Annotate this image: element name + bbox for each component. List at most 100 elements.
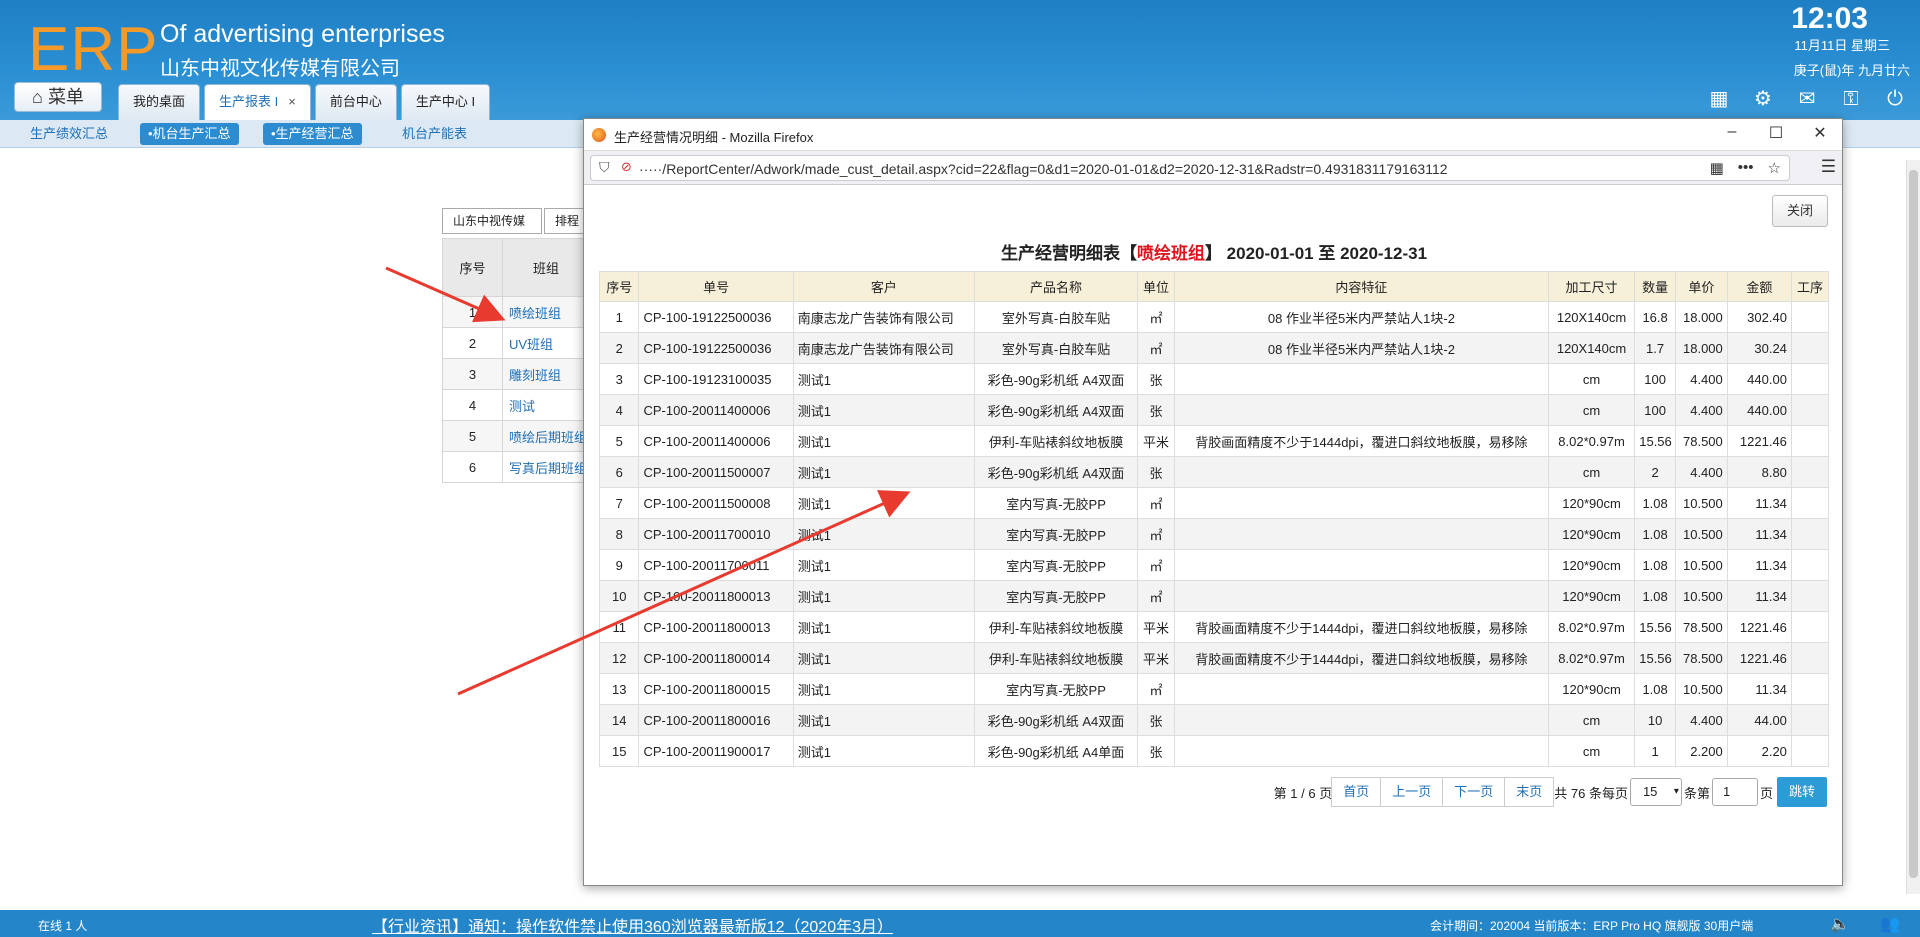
close-button[interactable]: 关闭 [1772, 195, 1828, 227]
cell-size: 8.02*0.97m [1547, 425, 1636, 457]
cell-amount: 440.00 [1726, 394, 1792, 426]
column-header: 序号 [598, 271, 640, 302]
scrollbar-thumb[interactable] [1909, 170, 1918, 878]
cell-product: 彩色-90g彩机纸 A4双面 [974, 456, 1138, 488]
grid-icon[interactable]: ▦ [1708, 88, 1730, 110]
cell-unit: ㎡ [1136, 487, 1175, 519]
cell-size: 8.02*0.97m [1547, 611, 1636, 643]
cell-proc [1790, 301, 1830, 333]
cell-qty: 1.08 [1634, 549, 1676, 581]
cell-unit: 平米 [1136, 611, 1175, 643]
team-link[interactable]: 写真后期班组 [502, 451, 590, 483]
cell-unit: 张 [1136, 394, 1175, 426]
tab-production-report[interactable]: 生产报表 I × [204, 84, 311, 120]
table-row: 10 CP-100-20011800013 测试1 室内写真-无胶PP ㎡ 120*90c… [598, 580, 1830, 612]
team-link[interactable]: 测试 [502, 389, 590, 421]
subnav-machine-capacity[interactable]: 机台产能表 [394, 123, 475, 145]
last-page-button[interactable]: 末页 [1504, 777, 1555, 807]
table-row: 4 CP-100-20011400006 测试1 彩色-90g彩机纸 A4双面张 cm 1… [598, 394, 1830, 426]
table-row: 13 CP-100-20011800015 测试1 室内写真-无胶PP ㎡ 120*90c… [598, 673, 1830, 705]
cell-proc [1790, 611, 1830, 643]
first-page-button[interactable]: 首页 [1331, 777, 1382, 807]
next-page-button[interactable]: 下一页 [1442, 777, 1506, 807]
subnav-machine-summary[interactable]: •机台生产汇总 [140, 123, 239, 145]
prev-page-button[interactable]: 上一页 [1380, 777, 1444, 807]
company-select[interactable]: 山东中视传媒 [442, 208, 542, 234]
cell-unit: ㎡ [1136, 518, 1175, 550]
tab-my-desktop[interactable]: 我的桌面 [118, 84, 201, 120]
cell-unit: 平米 [1136, 425, 1175, 457]
cell-no: 8 [598, 518, 640, 550]
close-tab-icon[interactable]: × [288, 94, 296, 109]
cell-price: 10.500 [1674, 549, 1728, 581]
page-scrollbar[interactable] [1906, 160, 1920, 894]
subnav-business-summary[interactable]: •生产经营汇总 [263, 123, 362, 145]
cell-customer: 南康志龙广告装饰有限公司 [792, 301, 976, 333]
menu-button[interactable]: ⌂ 菜单 [14, 82, 102, 112]
cell-qty: 1.08 [1634, 580, 1676, 612]
header-toolbar: ▦ ⚙ ✉ ⚿ ⏻ [1708, 88, 1906, 110]
url-field[interactable]: ⛉ ⊘ ·····/ReportCenter/Adwork/made_cust_… [590, 155, 1790, 181]
industry-news-link[interactable]: 【行业资讯】通知：操作软件禁止使用360浏览器最新版12（2020年3月） [372, 913, 893, 937]
qr-code-icon[interactable]: ▦ [1710, 159, 1724, 177]
subnav-performance-summary[interactable]: 生产绩效汇总 [22, 123, 116, 145]
cell-unit: 平米 [1136, 642, 1175, 674]
table-row: 3 雕刻班组 [442, 358, 590, 390]
table-row: 5 CP-100-20011400006 测试1 伊利-车贴裱斜纹地板膜 平米 背胶画面精… [598, 425, 1830, 457]
cell-proc [1790, 642, 1830, 674]
app-header: ERP Of advertising enterprises 山东中视文化传媒有… [0, 0, 1920, 120]
team-link[interactable]: UV班组 [502, 327, 590, 359]
lunar-date: 庚子(鼠)年 九月廿六 [1793, 63, 1910, 78]
table-row: 3 CP-100-19123100035 测试1 彩色-90g彩机纸 A4双面张 cm 1… [598, 363, 1830, 395]
cell-amount: 302.40 [1726, 301, 1792, 333]
cell-unit: 张 [1136, 363, 1175, 395]
cell-product: 室外写真-白胶车贴 [974, 301, 1138, 333]
minimize-icon[interactable]: – [1720, 123, 1744, 141]
bookmark-star-icon[interactable]: ☆ [1768, 159, 1781, 177]
cell-order: CP-100-20011800013 [638, 580, 794, 612]
gear-icon[interactable]: ⚙ [1752, 88, 1774, 110]
cell-size: 120X140cm [1547, 301, 1636, 333]
cell-price: 2.200 [1674, 735, 1728, 767]
cell-order: CP-100-20011700011 [638, 549, 794, 581]
users-icon[interactable]: 👥 [1880, 914, 1900, 934]
table-row: 2 CP-100-19122500036 南康志龙广告装饰有限公司 室外写真-白胶车贴… [598, 332, 1830, 364]
shield-icon[interactable]: ⛉ [599, 159, 610, 176]
maximize-icon[interactable]: ☐ [1764, 123, 1788, 143]
date-display: 11月11日 星期三 [1794, 38, 1890, 53]
team-link[interactable]: 喷绘班组 [502, 296, 590, 328]
insecure-lock-icon[interactable]: ⊘ [621, 159, 632, 175]
cell-customer: 测试1 [792, 456, 976, 488]
cell-feature [1173, 549, 1549, 581]
cell-price: 4.400 [1674, 394, 1728, 426]
schedule-select[interactable]: 排程 [544, 208, 584, 234]
speaker-icon[interactable]: 🔈 [1830, 914, 1850, 934]
gift-icon[interactable]: ✉ [1796, 88, 1818, 110]
more-actions-icon[interactable]: ••• [1738, 159, 1754, 177]
cell-size: 120*90cm [1547, 487, 1636, 519]
goto-page-button[interactable]: 跳转 [1776, 777, 1827, 807]
power-icon[interactable]: ⏻ [1884, 88, 1906, 110]
cell-amount: 30.24 [1726, 332, 1792, 364]
key-icon[interactable]: ⚿ [1840, 88, 1862, 110]
cell-order: CP-100-20011800016 [638, 704, 794, 736]
column-header: 金额 [1726, 271, 1792, 302]
cell-proc [1790, 394, 1830, 426]
table-row: 5 喷绘后期班组 [442, 420, 590, 452]
tab-production-center[interactable]: 生产中心 I [400, 84, 491, 120]
page-number-input[interactable]: 1 [1711, 778, 1758, 806]
company-name: 山东中视文化传媒有限公司 [160, 58, 400, 80]
cell-order: CP-100-20011400006 [638, 394, 794, 426]
cell-proc [1790, 735, 1830, 767]
per-page-select[interactable]: 15 ▾ [1629, 778, 1682, 806]
close-window-icon[interactable]: ✕ [1808, 123, 1832, 143]
column-header: 单号 [638, 271, 794, 302]
hamburger-menu-icon[interactable]: ☰ [1821, 157, 1836, 177]
cell-customer: 南康志龙广告装饰有限公司 [792, 332, 976, 364]
cell-order: CP-100-20011900017 [638, 735, 794, 767]
cell-no: 11 [598, 611, 640, 643]
team-link[interactable]: 雕刻班组 [502, 358, 590, 390]
team-link[interactable]: 喷绘后期班组 [502, 420, 590, 452]
cell-product: 室内写真-无胶PP [974, 518, 1138, 550]
tab-front-center[interactable]: 前台中心 [314, 84, 397, 120]
